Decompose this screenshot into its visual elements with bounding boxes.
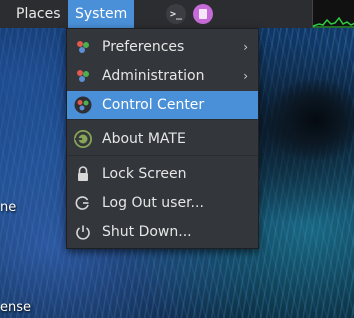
terminal-icon: >_ <box>166 4 186 24</box>
menu-item-label: Control Center <box>102 97 205 113</box>
chevron-right-icon: › <box>243 40 248 54</box>
log-out-icon <box>74 194 92 212</box>
menu-item-control-center[interactable]: Control Center <box>67 91 258 119</box>
preferences-icon <box>74 38 92 56</box>
top-panel: Places System >_ <box>0 0 354 28</box>
desktop-icon-label[interactable]: ense <box>0 300 31 315</box>
terminal-launcher[interactable]: >_ <box>166 4 186 24</box>
menu-item-log-out[interactable]: Log Out user... <box>67 189 258 217</box>
places-menu[interactable]: Places <box>9 0 68 28</box>
mate-logo-icon <box>74 130 92 148</box>
menu-separator <box>67 119 258 120</box>
menu-item-label: Lock Screen <box>102 166 187 182</box>
system-menu[interactable]: System <box>68 0 135 28</box>
lock-icon <box>74 165 92 183</box>
desktop-icon-label[interactable]: ne <box>0 200 16 215</box>
chevron-right-icon: › <box>243 69 248 83</box>
control-center-icon <box>74 96 92 114</box>
menu-item-label: About MATE <box>102 131 186 147</box>
system-dropdown-menu: Preferences › Administration › Control C… <box>66 28 259 249</box>
wallpaper-eye-detail <box>268 80 354 160</box>
menu-item-label: Administration <box>102 68 205 84</box>
menu-item-preferences[interactable]: Preferences › <box>67 33 258 61</box>
text-editor-launcher[interactable] <box>193 4 213 24</box>
system-monitor-applet[interactable] <box>312 0 354 28</box>
text-editor-icon <box>193 4 213 24</box>
menu-item-administration[interactable]: Administration › <box>67 62 258 90</box>
menu-item-label: Log Out user... <box>102 195 204 211</box>
menu-item-about-mate[interactable]: About MATE <box>67 125 258 153</box>
administration-icon <box>74 67 92 85</box>
menu-item-shut-down[interactable]: Shut Down... <box>67 218 258 246</box>
menu-item-lock-screen[interactable]: Lock Screen <box>67 160 258 188</box>
power-icon <box>74 223 92 241</box>
menu-item-label: Shut Down... <box>102 224 192 240</box>
cpu-graph-icon <box>313 16 354 28</box>
menu-separator <box>67 155 258 156</box>
menu-item-label: Preferences <box>102 39 185 55</box>
